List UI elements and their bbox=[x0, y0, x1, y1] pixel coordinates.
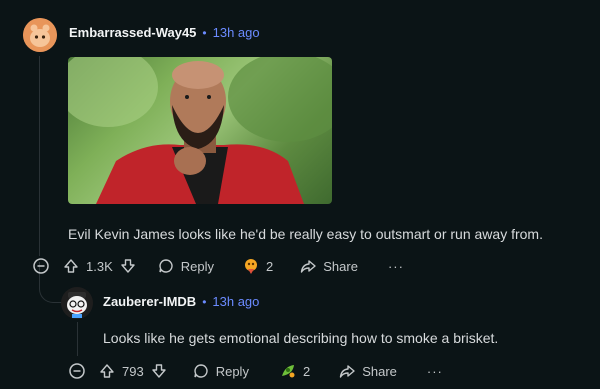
share-label: Share bbox=[323, 258, 358, 274]
reply-button[interactable]: Reply bbox=[192, 362, 249, 380]
award-count: 2 bbox=[266, 258, 274, 274]
vote-count: 1.3K bbox=[86, 258, 113, 274]
reply-label: Reply bbox=[215, 363, 249, 379]
speech-bubble-icon bbox=[157, 257, 175, 275]
username[interactable]: Zauberer-IMDB bbox=[103, 294, 196, 309]
award-button[interactable]: 2 bbox=[242, 257, 273, 275]
downvote-icon[interactable] bbox=[150, 362, 168, 380]
more-options-button[interactable]: ··· bbox=[427, 364, 443, 379]
snoo-avatar-icon bbox=[61, 287, 93, 319]
vote-group: 793 bbox=[98, 362, 168, 380]
username[interactable]: Embarrassed-Way45 bbox=[69, 25, 196, 40]
thread-line bbox=[39, 56, 40, 256]
upvote-icon[interactable] bbox=[98, 362, 116, 380]
more-options-button[interactable]: ··· bbox=[388, 259, 404, 274]
speech-bubble-icon bbox=[192, 362, 210, 380]
reply-thread-line bbox=[77, 322, 78, 356]
reply-label: Reply bbox=[180, 258, 214, 274]
vote-count: 793 bbox=[122, 363, 144, 379]
timestamp[interactable]: 13h ago bbox=[213, 25, 260, 40]
reply-actions: 793 Reply 2 Share ··· bbox=[68, 362, 443, 380]
downvote-icon[interactable] bbox=[119, 257, 137, 275]
vote-group: 1.3K bbox=[62, 257, 137, 275]
comment-meta: Embarrassed-Way45 • 13h ago bbox=[69, 25, 260, 40]
share-button[interactable]: Share bbox=[299, 257, 358, 275]
award-count: 2 bbox=[302, 363, 311, 379]
share-arrow-icon bbox=[299, 257, 317, 275]
share-label: Share bbox=[362, 363, 397, 379]
comment-image[interactable] bbox=[68, 57, 332, 204]
reply-text: Looks like he gets emotional describing … bbox=[103, 330, 499, 346]
reply-avatar[interactable] bbox=[61, 287, 93, 319]
comment-actions: 1.3K Reply 2 Share ··· bbox=[32, 257, 404, 275]
award-icon bbox=[242, 257, 260, 275]
man-photo-icon bbox=[68, 57, 332, 204]
timestamp[interactable]: 13h ago bbox=[212, 294, 259, 309]
award-icon bbox=[279, 362, 297, 380]
comment-text: Evil Kevin James looks like he'd be real… bbox=[68, 226, 543, 242]
award-button[interactable]: 2 bbox=[279, 362, 310, 380]
collapse-icon[interactable] bbox=[32, 257, 50, 275]
upvote-icon[interactable] bbox=[62, 257, 80, 275]
reply-meta: Zauberer-IMDB • 13h ago bbox=[103, 294, 259, 309]
reply-button[interactable]: Reply bbox=[157, 257, 214, 275]
snoo-avatar-icon bbox=[23, 18, 57, 52]
separator: • bbox=[202, 25, 207, 40]
share-arrow-icon bbox=[338, 362, 356, 380]
share-button[interactable]: Share bbox=[338, 362, 397, 380]
collapse-icon[interactable] bbox=[68, 362, 86, 380]
avatar[interactable] bbox=[23, 18, 57, 52]
separator: • bbox=[202, 294, 207, 309]
